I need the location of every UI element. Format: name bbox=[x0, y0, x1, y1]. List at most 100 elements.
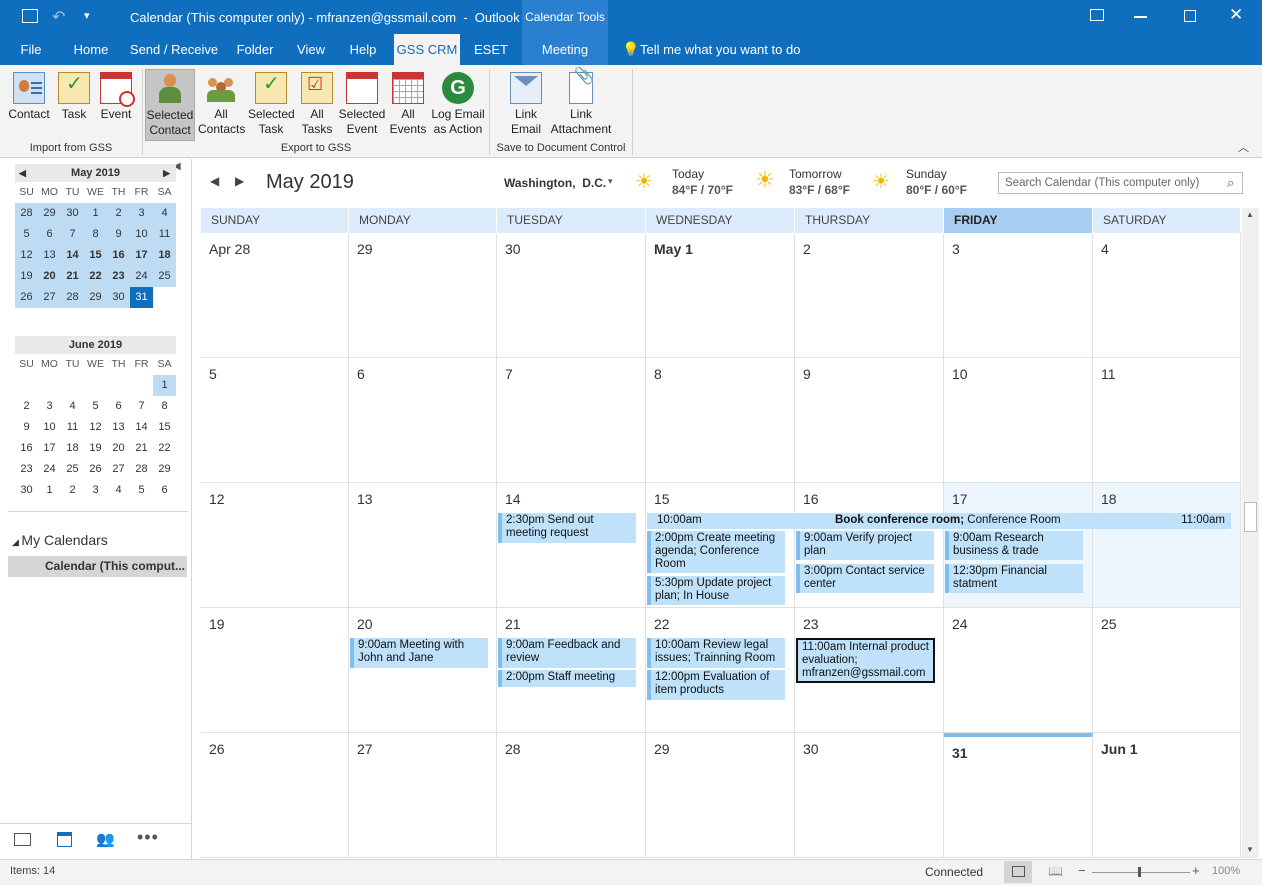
day-cell[interactable]: 3 bbox=[944, 233, 1093, 358]
multi-day-appointment[interactable]: 10:00am Book conference room; Conference… bbox=[647, 513, 1231, 529]
more-options-icon[interactable]: ••• bbox=[137, 827, 159, 848]
day-cell[interactable]: 11 bbox=[1093, 358, 1241, 483]
ribbon-display-options-icon[interactable] bbox=[1090, 9, 1104, 21]
tab-send-receive[interactable]: Send / Receive bbox=[128, 34, 220, 65]
export-all-contacts-button[interactable]: All Contacts bbox=[198, 69, 245, 141]
appointment[interactable]: 9:00am Research business & trade bbox=[945, 531, 1083, 560]
appointment[interactable]: 12:00pm Evaluation of item products bbox=[647, 670, 785, 700]
tell-me-search[interactable]: Tell me what you want to do bbox=[640, 34, 800, 65]
scroll-down-icon[interactable]: ▼ bbox=[1246, 845, 1254, 854]
zoom-level[interactable]: 100% bbox=[1212, 865, 1240, 877]
minimize-icon[interactable] bbox=[1134, 16, 1147, 18]
appointment[interactable]: 5:30pm Update project plan; In House bbox=[647, 576, 785, 605]
search-calendar-box[interactable]: Search Calendar (This computer only) ⌕ bbox=[998, 172, 1243, 194]
maximize-icon[interactable] bbox=[1184, 10, 1196, 22]
tab-eset[interactable]: ESET bbox=[470, 34, 512, 65]
day-cell[interactable]: 24 bbox=[944, 608, 1093, 733]
day-cell[interactable]: 8 bbox=[646, 358, 795, 483]
appointment[interactable]: 2:00pm Create meeting agenda; Conference… bbox=[647, 531, 785, 573]
day-cell[interactable]: 9 bbox=[795, 358, 944, 483]
zoom-out-icon[interactable]: − bbox=[1078, 863, 1086, 878]
customize-toolbar-icon[interactable]: ▾ bbox=[84, 9, 90, 22]
appointment[interactable]: 3:00pm Contact service center bbox=[796, 564, 934, 593]
appointment[interactable]: 9:00am Feedback and review bbox=[498, 638, 636, 668]
day-cell[interactable]: 14 bbox=[497, 483, 646, 608]
scroll-up-icon[interactable]: ▲ bbox=[1246, 210, 1254, 219]
undo-icon[interactable]: ↶ bbox=[52, 7, 65, 27]
search-icon[interactable]: ⌕ bbox=[1227, 175, 1234, 191]
day-cell[interactable]: Jun 1 bbox=[1093, 733, 1241, 858]
tab-help[interactable]: Help bbox=[342, 34, 384, 65]
tab-home[interactable]: Home bbox=[66, 34, 116, 65]
day-cell[interactable]: 30 bbox=[795, 733, 944, 858]
day-cell[interactable]: 26 bbox=[201, 733, 349, 858]
zoom-slider[interactable] bbox=[1092, 872, 1190, 873]
location-dropdown-icon[interactable]: ▾ bbox=[608, 176, 613, 187]
day-cell[interactable]: 5 bbox=[201, 358, 349, 483]
previous-month-icon[interactable]: ◀ bbox=[210, 174, 219, 188]
export-selected-contact-button[interactable]: Selected Contact bbox=[145, 69, 195, 141]
import-event-button[interactable]: Event bbox=[96, 69, 136, 141]
day-cell[interactable]: 20 bbox=[349, 608, 497, 733]
import-contact-button[interactable]: Contact bbox=[6, 69, 52, 141]
calendar-icon[interactable] bbox=[57, 832, 72, 847]
day-cell[interactable]: 30 bbox=[497, 233, 646, 358]
zoom-slider-thumb[interactable] bbox=[1138, 867, 1141, 877]
day-cell[interactable]: 2 bbox=[795, 233, 944, 358]
link-email-button[interactable]: Link Email bbox=[506, 69, 546, 141]
day-cell[interactable]: 28 bbox=[497, 733, 646, 858]
import-task-button[interactable]: ✓ Task bbox=[58, 69, 90, 141]
close-icon[interactable]: ✕ bbox=[1229, 5, 1243, 25]
search-input[interactable]: Search Calendar (This computer only) bbox=[1005, 177, 1199, 189]
export-all-events-button[interactable]: All Events bbox=[388, 69, 428, 141]
log-email-as-action-button[interactable]: G Log Email as Action bbox=[430, 69, 486, 141]
tab-meeting[interactable]: Meeting bbox=[522, 34, 608, 65]
day-cell[interactable]: 6 bbox=[349, 358, 497, 483]
day-cell-today[interactable]: 31 bbox=[944, 733, 1093, 858]
appointment[interactable]: 12:30pm Financial statment bbox=[945, 564, 1083, 593]
day-cell[interactable]: 12 bbox=[201, 483, 349, 608]
tab-gss-crm[interactable]: GSS CRM bbox=[394, 34, 460, 65]
prev-month-icon[interactable]: ◀ bbox=[19, 164, 26, 182]
scrollbar-thumb[interactable] bbox=[1244, 502, 1257, 532]
appointment[interactable]: 2:30pm Send out meeting request bbox=[498, 513, 636, 543]
appointment[interactable]: 10:00am Review legal issues; Trainning R… bbox=[647, 638, 785, 668]
my-calendars-header[interactable]: ◢ My Calendars bbox=[12, 532, 108, 548]
day-cell[interactable]: Apr 28 bbox=[201, 233, 349, 358]
selected-appointment[interactable]: 11:00am Internal product evaluation; mfr… bbox=[796, 638, 935, 683]
tab-folder[interactable]: Folder bbox=[232, 34, 278, 65]
link-attachment-button[interactable]: 📎 Link Attachment bbox=[548, 69, 614, 141]
scrollbar[interactable]: ▲ ▼ bbox=[1242, 208, 1259, 858]
day-cell[interactable]: 13 bbox=[349, 483, 497, 608]
weather-location[interactable]: Washington, D.C. bbox=[504, 176, 606, 190]
day-cell[interactable]: 29 bbox=[349, 233, 497, 358]
day-cell[interactable]: 19 bbox=[201, 608, 349, 733]
appointment[interactable]: 9:00am Verify project plan bbox=[796, 531, 934, 560]
day-cell[interactable]: 7 bbox=[497, 358, 646, 483]
day-cell[interactable]: 25 bbox=[1093, 608, 1241, 733]
day-cell[interactable]: 4 bbox=[1093, 233, 1241, 358]
tab-view[interactable]: View bbox=[290, 34, 332, 65]
export-selected-event-button[interactable]: Selected Event bbox=[338, 69, 386, 141]
day-cell[interactable]: May 1 bbox=[646, 233, 795, 358]
day-cell[interactable]: 27 bbox=[349, 733, 497, 858]
mail-icon[interactable] bbox=[14, 833, 31, 846]
appointment[interactable]: 2:00pm Staff meeting bbox=[498, 670, 636, 687]
export-all-tasks-button[interactable]: ☑ All Tasks bbox=[298, 69, 336, 141]
day-cell[interactable]: 29 bbox=[646, 733, 795, 858]
appointment[interactable]: 9:00am Meeting with John and Jane bbox=[350, 638, 488, 668]
app-menu-icon[interactable] bbox=[22, 9, 38, 23]
day-cell[interactable]: 18 bbox=[1093, 483, 1241, 608]
mini-calendar-today[interactable]: 31 bbox=[130, 287, 153, 308]
reading-view-icon[interactable]: 📖 bbox=[1048, 864, 1063, 878]
next-month-icon[interactable]: ▶ bbox=[163, 164, 170, 182]
collapse-ribbon-icon[interactable]: ︿ bbox=[1238, 139, 1249, 155]
tab-file[interactable]: File bbox=[12, 34, 50, 65]
export-selected-task-button[interactable]: ✓ Selected Task bbox=[248, 69, 295, 141]
people-icon[interactable]: 👥 bbox=[96, 830, 115, 848]
calendar-list-item[interactable]: Calendar (This comput... bbox=[8, 556, 187, 577]
next-month-icon[interactable]: ▶ bbox=[235, 174, 244, 188]
normal-view-button[interactable] bbox=[1004, 861, 1032, 883]
zoom-in-icon[interactable]: + bbox=[1192, 863, 1200, 878]
day-cell[interactable]: 10 bbox=[944, 358, 1093, 483]
